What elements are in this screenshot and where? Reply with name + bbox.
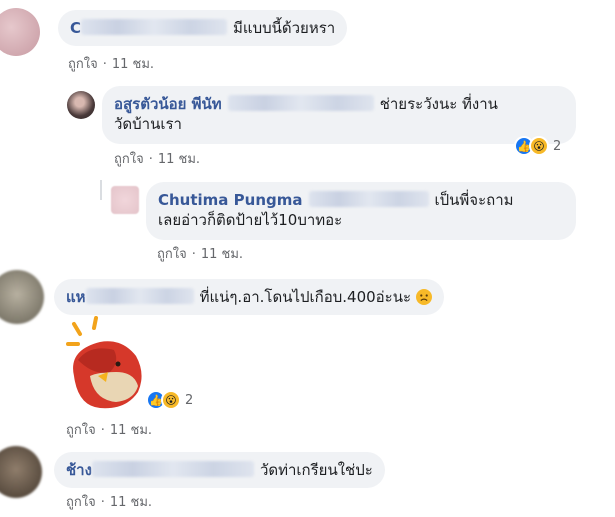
comment-meta: ถูกใจ · 11 ชม. [114, 152, 201, 167]
reaction-summary[interactable]: 👍 😮 2 [514, 135, 561, 157]
reply-bubble: อสูรตัวน้อย พีนัท ช่ายระวังนะ ที่งาน วัดบ… [102, 86, 576, 144]
like-link[interactable]: ถูกใจ [114, 152, 144, 167]
comment-text: ช่ายระวังนะ ที่งาน [379, 95, 498, 113]
commenter-name[interactable]: ช้าง [66, 461, 92, 479]
commenter-name[interactable]: อสูรตัวน้อย พีนัท [114, 95, 222, 113]
timestamp[interactable]: 11 ชม. [201, 247, 243, 262]
blurred-name [91, 461, 254, 477]
timestamp[interactable]: 11 ชม. [158, 152, 200, 167]
wow-emoji-icon: 😮 [529, 136, 549, 156]
reaction-count: 2 [553, 138, 562, 154]
timestamp[interactable]: 11 ชม. [110, 495, 152, 510]
comment-meta: ถูกใจ · 11 ชม. [66, 495, 153, 510]
timestamp[interactable]: 11 ชม. [110, 423, 152, 438]
avatar[interactable] [67, 91, 95, 119]
like-link[interactable]: ถูกใจ [66, 495, 96, 510]
avatar[interactable] [111, 186, 139, 214]
timestamp[interactable]: 11 ชม. [112, 57, 154, 72]
blurred-name [85, 288, 194, 304]
sad-emoji-icon [415, 289, 432, 305]
comment-text-line2: เลยอ่าวก็ติดป้ายไว้10บาทอะ [158, 211, 343, 229]
wow-emoji-icon: 😮 [161, 390, 181, 410]
commenter-name[interactable]: Chutima Pungma [158, 191, 303, 209]
blurred-name [308, 191, 429, 207]
comment-text: ที่แน่ๆ.อา.โดนไปเกือบ.400อ่ะนะ [199, 288, 412, 306]
reply-bubble: Chutima Pungma เป็นพี่จะถาม เลยอ่าวก็ติดป… [146, 182, 576, 240]
sticker-image[interactable] [64, 316, 156, 412]
like-link[interactable]: ถูกใจ [66, 423, 96, 438]
blurred-name [227, 95, 374, 111]
commenter-name[interactable]: แห [66, 288, 86, 306]
reaction-count: 2 [185, 392, 194, 408]
comment-bubble: ช้าง วัดท่าเกรียนใช่ปะ [54, 452, 385, 488]
like-link[interactable]: ถูกใจ [68, 57, 98, 72]
comment-bubble: แห ที่แน่ๆ.อา.โดนไปเกือบ.400อ่ะนะ [54, 279, 444, 315]
avatar[interactable] [0, 8, 40, 56]
reaction-summary[interactable]: 👍 😮 2 [146, 389, 193, 411]
blurred-name [81, 19, 228, 35]
comment-meta: ถูกใจ · 11 ชม. [68, 57, 155, 72]
like-link[interactable]: ถูกใจ [157, 247, 187, 262]
commenter-name[interactable]: C [70, 19, 81, 37]
comment-meta: ถูกใจ · 11 ชม. [157, 247, 244, 262]
avatar[interactable] [0, 270, 44, 324]
comment-text: มีแบบนี้ด้วยหรา [233, 19, 336, 37]
comment-text: เป็นพี่จะถาม [434, 191, 514, 209]
avatar[interactable] [0, 446, 42, 498]
comment-text: วัดท่าเกรียนใช่ปะ [259, 461, 373, 479]
comment-bubble: C มีแบบนี้ด้วยหรา [58, 10, 348, 46]
comment-text-line2: วัดบ้านเรา [114, 115, 182, 133]
comment-meta: ถูกใจ · 11 ชม. [66, 423, 153, 438]
